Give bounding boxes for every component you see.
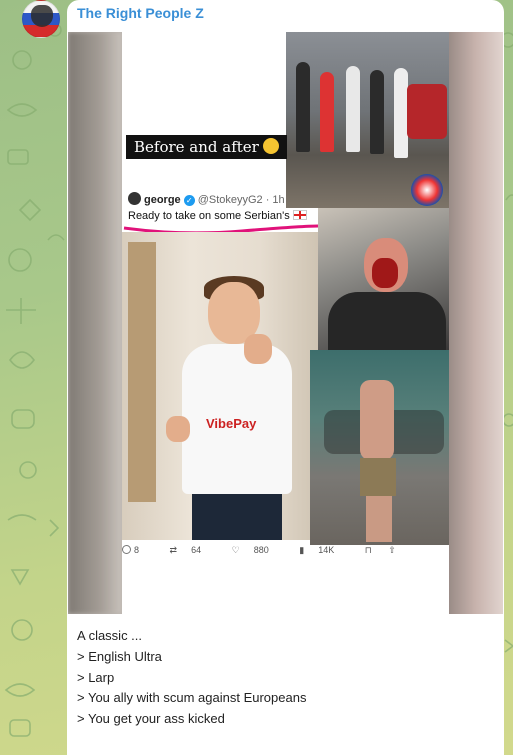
like-count: ♡ 880 xyxy=(232,545,283,556)
blurred-backdrop-left xyxy=(68,32,122,614)
repost-count: ⇄ 64 xyxy=(170,545,216,556)
blood xyxy=(372,258,398,288)
raised-fist xyxy=(244,334,272,364)
caption-line: > English Ultra xyxy=(77,648,162,664)
verified-badge-icon: ✓ xyxy=(183,195,195,206)
england-shirt: VibePay xyxy=(182,344,292,494)
person-figure xyxy=(346,66,360,152)
caption-line: > You ally with scum against Europeans xyxy=(77,690,307,706)
shorts xyxy=(360,458,396,496)
channel-name[interactable]: The Right People Z xyxy=(77,5,204,21)
reply-count: 8 xyxy=(122,545,153,555)
reply-icon xyxy=(122,545,131,554)
england-flag-icon xyxy=(292,210,307,220)
second-fist xyxy=(166,416,190,442)
red-car xyxy=(407,84,447,139)
tweet-header: george ✓ @StokeyyG2 · 1h xyxy=(128,192,285,206)
serbian-crest-icon xyxy=(411,174,443,206)
street-brawl-photo xyxy=(286,32,449,208)
rolling-laughing-emoji-icon xyxy=(262,138,279,154)
blurred-backdrop-right xyxy=(449,32,503,614)
tweet-text: Ready to take on some Serbian's xyxy=(128,210,307,222)
view-count-value: 14K xyxy=(318,545,335,555)
door xyxy=(128,242,156,502)
channel-avatar[interactable] xyxy=(22,0,60,38)
jeans xyxy=(192,494,282,540)
views-bar-icon: ▮ xyxy=(299,545,305,555)
person-figure xyxy=(394,68,408,158)
person-figure xyxy=(370,70,384,154)
caption-line: > Larp xyxy=(77,669,115,685)
view-count: ▮ 14K xyxy=(299,545,348,556)
message-text: A classic ... > English Ultra > Larp > Y… xyxy=(77,626,497,730)
torso xyxy=(360,380,394,460)
reply-count-value: 8 xyxy=(134,545,140,555)
repost-icon: ⇄ xyxy=(169,545,178,555)
tweet-display-name: george xyxy=(144,194,181,206)
coat xyxy=(328,292,446,350)
caption-line: A classic ... xyxy=(77,628,143,643)
shirt-sponsor-text: VibePay xyxy=(206,416,257,431)
tweet-stats-bar: 8 ⇄ 64 ♡ 880 ▮ 14K ⊓ ⇧ xyxy=(122,545,396,563)
like-count-value: 880 xyxy=(253,545,269,555)
share-icon: ⇧ xyxy=(388,545,396,555)
repost-count-value: 64 xyxy=(191,545,202,555)
tweet-text-body: Ready to take on some Serbian's xyxy=(128,210,290,222)
overlay-text: Before and after xyxy=(134,138,259,156)
tweet-handle: @StokeyyG2 · 1h xyxy=(197,194,285,206)
person-figure xyxy=(296,62,310,152)
heart-icon: ♡ xyxy=(231,545,240,555)
person-figure xyxy=(320,72,334,152)
injured-man-photo xyxy=(310,350,449,545)
caption-line: > You get your ass kicked xyxy=(77,711,225,727)
eagle-icon xyxy=(31,5,53,27)
legs xyxy=(366,496,392,542)
bookmark-icon: ⊓ xyxy=(364,545,372,555)
bloodied-face-photo xyxy=(318,208,449,350)
tweet-avatar xyxy=(128,192,141,205)
meme-image: Before and after george ✓ @StokeyyG2 · 1h … xyxy=(122,32,449,614)
media-image[interactable]: Before and after george ✓ @StokeyyG2 · 1h … xyxy=(68,32,503,614)
before-after-label: Before and after xyxy=(126,135,287,159)
message-bubble: The Right People Z Before and after geor… xyxy=(67,0,504,755)
selfie-photo: VibePay xyxy=(122,232,318,540)
